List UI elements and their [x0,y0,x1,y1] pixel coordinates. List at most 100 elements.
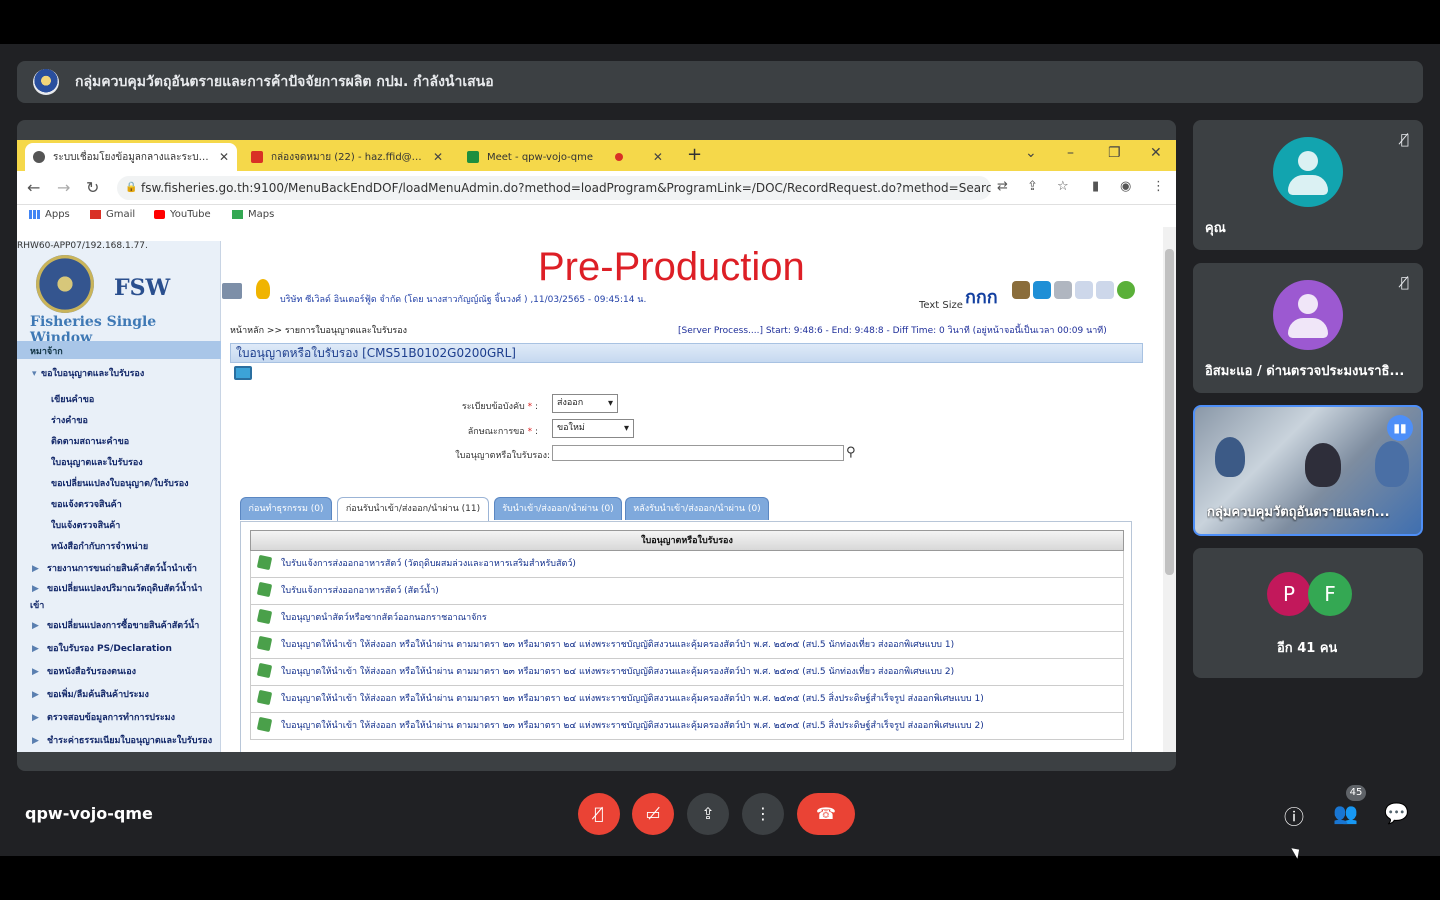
sidebar-top-item[interactable]: ▶ รายงานการขนถ่ายสินค้าสัตว์น้ำนำเข้า [17,558,221,581]
bookmark-gmail[interactable]: Gmail [90,209,135,220]
video-person [1305,443,1341,487]
regulation-select[interactable]: ส่งออก [552,394,618,413]
mail-open-icon[interactable] [1096,281,1114,299]
table-row[interactable]: ใบอนุญาตให้นำเข้า ให้ส่งออก หรือให้นำผ่า… [250,686,1124,713]
close-tab-icon[interactable]: ✕ [211,150,229,164]
chat-icon[interactable]: 💬 [1384,801,1409,825]
address-bar[interactable]: 🔒 fsw.fisheries.go.th:9100/MenuBackEndDO… [117,176,991,200]
main-content: Pre-Production บริษัท ซีเวิลด์ อินเตอร์ฟ… [222,241,1162,752]
tab-after-import[interactable]: หลังรับนำเข้า/ส่งออก/นำผ่าน (0) [625,497,769,520]
form-icon [256,608,273,625]
sidebar-item[interactable]: ใบแจ้งตรวจสินค้า [17,516,221,537]
bookmark-star-icon[interactable]: ☆ [1057,179,1069,194]
table-row[interactable]: ใบอนุญาตให้นำเข้า ให้ส่งออก หรือให้นำผ่า… [250,713,1124,740]
browser-tab-fsw[interactable]: ระบบเชื่อมโยงข้อมูลกลางและระบบสนับ ✕ [25,143,237,171]
label-request-nature: ลักษณะการขอ * : [467,427,538,437]
lock-icon: 🔒 [125,182,138,193]
maximize-icon[interactable]: ❐ [1108,145,1121,161]
license-input[interactable] [552,445,844,461]
text-size-buttons[interactable]: กกก [965,282,998,311]
request-nature-select[interactable]: ขอใหม่ [552,419,634,438]
sidebar-top-item[interactable]: ▶ ขอเปลี่ยนแปลงการซื้อขายสินค้าสัตว์น้ำ [17,615,221,638]
maps-icon [232,210,243,219]
sidebar-item[interactable]: ร่างคำขอ [17,411,221,432]
tab-before-import[interactable]: ก่อนรับนำเข้า/ส่งออก/นำผ่าน (11) [337,497,489,522]
tab-search-icon[interactable]: ⌄ [1025,145,1037,161]
sidebar-top-item[interactable]: ▶ ขอหนังสือรับรองตนเอง [17,661,221,684]
grid-rows: ใบรับแจ้งการส่งออกอาหารสัตว์ (วัตถุดิบผส… [250,551,1124,740]
gmail-icon [90,210,101,219]
expand-right-icon: ▶ [32,667,39,677]
present-button[interactable]: ⇪ [687,793,729,835]
hang-up-icon: ☎ [816,804,836,823]
logout-icon[interactable] [1117,281,1135,299]
toolbar: ← → ↻ 🔒 fsw.fisheries.go.th:9100/MenuBac… [17,171,1176,205]
computer-icon[interactable] [222,283,242,299]
pen-icon[interactable] [1054,281,1072,299]
user-info: บริษัท ซีเวิลด์ อินเตอร์ฟู้ด จำกัด (โดย … [280,295,647,305]
meet-window: กลุ่มควบคุมวัตถุอันตรายและการค้าปัจจัยกา… [0,0,1440,900]
tab-during-import[interactable]: รับนำเข้า/ส่งออก/นำผ่าน (0) [494,497,622,520]
page-scrollbar[interactable] [1163,227,1176,752]
sidebar-item[interactable]: ใบอนุญาตและใบรับรอง [17,453,221,474]
mic-toggle-button[interactable]: 🎙̸ [578,793,620,835]
menu-kebab-icon[interactable]: ⋮ [1152,179,1165,194]
participant-tile-you[interactable]: 🎙̸ คุณ [1193,120,1423,250]
translate-icon[interactable]: ⇄ [997,179,1008,194]
share-icon[interactable]: ⇪ [1027,179,1038,194]
bookmark-youtube[interactable]: YouTube [154,209,211,220]
camera-toggle-button[interactable]: ▭̸ [632,793,674,835]
sidebar-item[interactable]: หนังสือกำกับการจำหน่าย [17,537,221,558]
table-row[interactable]: ใบอนุญาตให้นำเข้า ให้ส่งออก หรือให้นำผ่า… [250,632,1124,659]
mail-icon[interactable] [1075,281,1093,299]
more-options-button[interactable]: ⋮ [742,793,784,835]
bookmark-maps[interactable]: Maps [232,209,274,220]
sidebar-top-item[interactable]: ▶ ขอใบรับรอง PS/Declaration [17,638,221,661]
meeting-info-icon[interactable]: ⓘ [1284,801,1304,830]
participant-tile-2[interactable]: 🎙̸ อิสมะแอ / ด่านตรวจประมงนราธิ... [1193,263,1423,393]
browser-tab-meet[interactable]: Meet - qpw-vojo-qme ✕ [459,143,671,171]
scrollbar-thumb[interactable] [1165,249,1174,575]
bookmark-apps[interactable]: Apps [29,209,70,220]
sidebar-section-licenses[interactable]: ▾ ขอใบอนุญาตและใบรับรอง [17,363,221,386]
sidebar-top-item[interactable]: ▶ ตรวจสอบข้อมูลการทำการประมง [17,707,221,730]
sidebar-item[interactable]: ติดตามสถานะคำขอ [17,432,221,453]
label-regulation: ระเบียบข้อบังคับ * : [461,402,538,412]
new-tab-icon[interactable]: + [687,144,702,165]
table-row[interactable]: ใบรับแจ้งการส่งออกอาหารสัตว์ (วัตถุดิบผส… [250,551,1124,578]
binoculars-search-icon[interactable]: ⚲ [846,445,856,460]
home-icon[interactable] [1033,281,1051,299]
form-icon [256,554,273,571]
table-row[interactable]: ใบอนุญาตให้นำเข้า ให้ส่งออก หรือให้นำผ่า… [250,659,1124,686]
back-icon[interactable]: ← [27,178,40,197]
sidebar-home[interactable]: หมาจ้าก [17,341,221,359]
participant-tile-presenter[interactable]: ▮▮ กลุ่มควบคุมวัตถุอันตรายและก... [1193,405,1423,536]
participant-name: กลุ่มควบคุมวัตถุอันตรายและก... [1207,505,1390,520]
browser-tab-gmail[interactable]: กล่องจดหมาย (22) - haz.ffid@gmai ✕ [243,143,451,171]
close-tab-icon[interactable]: ✕ [425,150,443,164]
meeting-code: qpw-vojo-qme [25,804,153,823]
reload-icon[interactable]: ↻ [86,178,99,197]
people-icon[interactable]: 👥 [1333,801,1358,825]
sidebar-item[interactable]: ขอแจ้งตรวจสินค้า [17,495,221,516]
forward-icon[interactable]: → [57,178,70,197]
sidebar-top-item[interactable]: ▶ ชำระค่าธรรมเนียมใบอนุญาตและใบรับรอง [17,730,221,752]
sidebar-item[interactable]: เขียนคำขอ [17,390,221,411]
sidebar-item[interactable]: ขอเปลี่ยนแปลงใบอนุญาต/ใบรับรอง [17,474,221,495]
participant-tile-others[interactable]: P F อีก 41 คน [1193,548,1423,678]
people-icon[interactable] [1012,281,1030,299]
close-window-icon[interactable]: ✕ [1150,145,1162,161]
side-panel-icon[interactable]: ▮ [1092,179,1099,194]
tab-before-transaction[interactable]: ก่อนทำธุรกรรม (0) [240,497,332,520]
sidebar-top-item[interactable]: ▶ ขอเปลี่ยนแปลงปริมาณวัตถุดิบสัตว์น้ำนำ [17,581,221,598]
profile-icon[interactable]: ◉ [1120,179,1131,194]
table-row[interactable]: ใบรับแจ้งการส่งออกอาหารสัตว์ (สัตว์น้ำ) [250,578,1124,605]
leave-call-button[interactable]: ☎ [797,793,855,835]
minimize-icon[interactable]: – [1067,145,1074,161]
close-tab-icon[interactable]: ✕ [645,150,663,164]
user-icon[interactable] [256,279,270,299]
page-title: ใบอนุญาตหรือใบรับรอง [CMS51B0102G0200GRL… [230,343,1143,363]
table-row[interactable]: ใบอนุญาตนำสัตว์หรือซากสัตว์ออกนอกราชอาณา… [250,605,1124,632]
sidebar-top-item[interactable]: ▶ ขอเพิ่ม/ลืมค้นสินค้าประมง [17,684,221,707]
shared-screen: ระบบเชื่อมโยงข้อมูลกลางและระบบสนับ ✕ กล่… [17,120,1176,771]
